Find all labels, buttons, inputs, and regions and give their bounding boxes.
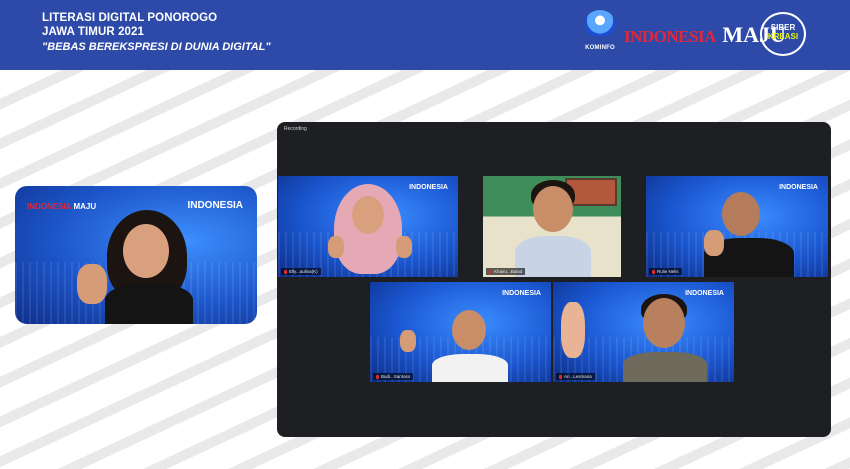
presenter-face <box>123 224 169 278</box>
participant-shirt <box>515 236 591 277</box>
presenter-logo-indonesia: INDONESIA <box>27 202 72 211</box>
participant-name: Elly...aulina(K) <box>289 269 318 274</box>
participant-face <box>722 192 760 236</box>
kominfo-logo-text: KOMINFO <box>585 45 615 51</box>
participant-face <box>452 310 486 350</box>
muted-mic-icon <box>652 269 655 274</box>
participant-tile[interactable]: INDONESIA Elly...aulina(K) <box>278 176 458 277</box>
participant-name-tag: Elly...aulina(K) <box>281 268 321 275</box>
participant-tile[interactable]: Khairu...Balad <box>483 176 621 277</box>
event-tagline: "BEBAS BEREKSPRESI DI DUNIA DIGITAL" <box>42 41 271 53</box>
presenter-clothing <box>105 284 193 324</box>
siberkreasi-logo-top: SIBER <box>770 23 796 32</box>
presenter-hand <box>77 264 107 304</box>
presenter-background-logos: INDONESIA MAJU <box>27 202 96 211</box>
participant-name: Rulie Nelis <box>657 269 679 274</box>
participant-shirt <box>432 354 508 382</box>
thumbs-up-hand <box>396 236 412 258</box>
participant-tile[interactable]: INDONESIA Budi...Santoso <box>370 282 551 382</box>
thumbs-up-hand <box>400 330 416 352</box>
muted-mic-icon <box>559 374 562 379</box>
event-title-line1: LITERASI DIGITAL PONOROGO <box>42 12 218 24</box>
recording-indicator: Recording <box>284 126 307 132</box>
participant-name-tag: Budi...Santoso <box>373 373 414 380</box>
kominfo-logo: KOMINFO <box>580 10 620 58</box>
participant-name-tag: Rulie Nelis <box>649 268 682 275</box>
muted-mic-icon <box>489 269 492 274</box>
presenter-logo-maju: MAJU <box>73 202 97 211</box>
event-banner: LITERASI DIGITAL PONOROGO JAWA TIMUR 202… <box>0 0 850 70</box>
participant-face <box>352 196 384 234</box>
participant-tile[interactable]: INDONESIA Rulie Nelis <box>646 176 828 277</box>
participant-name: Budi...Santoso <box>381 374 411 379</box>
participant-name-tag: Khairu...Balad <box>486 268 526 275</box>
siberkreasi-logo: SIBER KREASI <box>760 12 806 56</box>
participant-name-tag: Ari...Lesmana <box>556 373 595 380</box>
participant-name: Ari...Lesmana <box>564 374 592 379</box>
muted-mic-icon <box>284 269 287 274</box>
participant-video <box>326 184 410 277</box>
raised-hand <box>561 302 585 358</box>
participant-video <box>623 294 707 382</box>
thumbs-up-hand <box>328 236 344 258</box>
siberkreasi-logo-bottom: KREASI <box>767 32 799 41</box>
thumbs-up-hand <box>704 230 724 256</box>
event-title-line2: JAWA TIMUR 2021 <box>42 26 145 38</box>
tile-indonesia-text: INDONESIA <box>502 290 541 297</box>
indonesia-logo-text: INDONESIA <box>624 27 716 46</box>
presenter-person <box>101 210 201 324</box>
video-conference-window: Recording INDONESIA Elly...aulina(K) Kha… <box>277 122 831 437</box>
muted-mic-icon <box>376 374 379 379</box>
kominfo-logo-icon <box>585 10 615 36</box>
event-title-block: LITERASI DIGITAL PONOROGO JAWA TIMUR 202… <box>42 11 271 55</box>
participant-video <box>515 180 591 277</box>
presenter-video: INDONESIA MAJU INDONESIA <box>15 186 257 324</box>
participant-face <box>643 298 685 348</box>
tile-indonesia-text: INDONESIA <box>409 184 448 191</box>
participant-name: Khairu...Balad <box>494 269 523 274</box>
participant-shirt <box>623 352 707 382</box>
participant-face <box>533 186 573 232</box>
participant-tile[interactable]: INDONESIA Ari...Lesmana <box>553 282 734 382</box>
participant-video <box>430 310 510 382</box>
